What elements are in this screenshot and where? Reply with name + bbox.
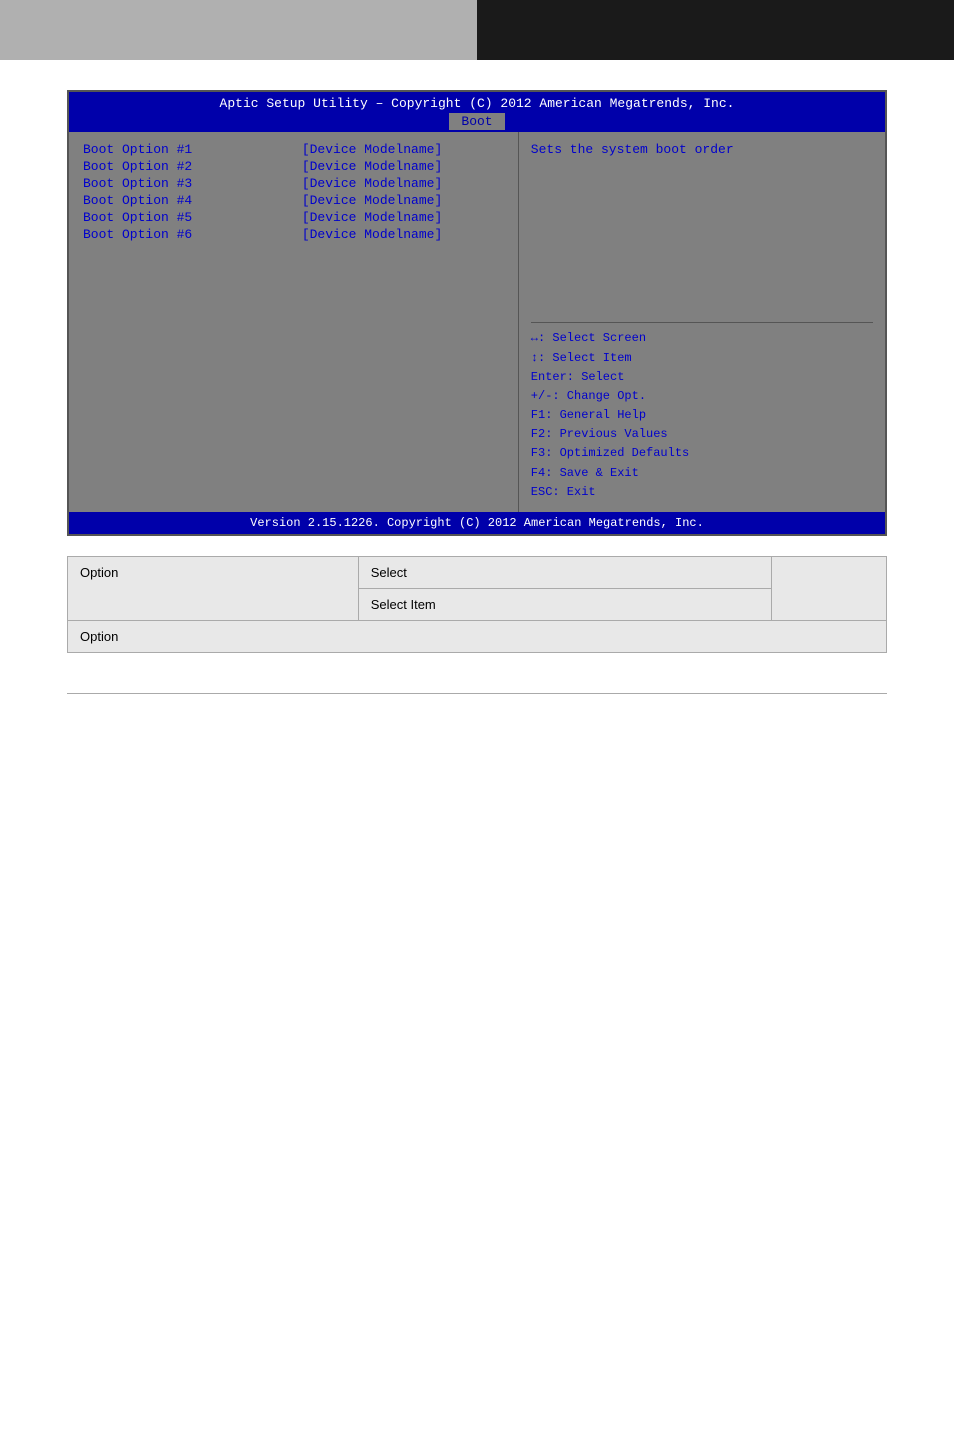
bios-right-panel: Sets the system boot order ↔: Select Scr… [518, 132, 885, 512]
key-f3: F3: Optimized Defaults [531, 444, 873, 463]
key-select-item: ↕: Select Item [531, 349, 873, 368]
bios-option-row-2[interactable]: Boot Option #2 [Device Modelname] [83, 159, 504, 174]
key-change-opt: +/-: Change Opt. [531, 387, 873, 406]
table-option-label-2: Option [80, 629, 118, 644]
key-f1: F1: General Help [531, 406, 873, 425]
bios-title: Aptic Setup Utility – Copyright (C) 2012… [220, 96, 735, 111]
boot-option-2-name: Boot Option #2 [83, 159, 285, 174]
bios-help-text: Sets the system boot order [531, 142, 873, 316]
bios-option-row-5[interactable]: Boot Option #5 [Device Modelname] [83, 210, 504, 225]
bios-key-legend: ↔: Select Screen ↕: Select Item Enter: S… [531, 329, 873, 502]
bios-titlebar: Aptic Setup Utility – Copyright (C) 2012… [69, 92, 885, 132]
bios-screen: Aptic Setup Utility – Copyright (C) 2012… [67, 90, 887, 536]
bios-active-tab[interactable]: Boot [449, 113, 504, 130]
boot-option-3-name: Boot Option #3 [83, 176, 285, 191]
bios-option-row-1[interactable]: Boot Option #1 [Device Modelname] [83, 142, 504, 157]
key-f4: F4: Save & Exit [531, 464, 873, 483]
table-select-label-1: Select [371, 565, 407, 580]
bios-version-text: Version 2.15.1226. Copyright (C) 2012 Am… [250, 516, 704, 530]
bios-left-panel: Boot Option #1 [Device Modelname] Boot O… [69, 132, 518, 512]
bios-bottombar: Version 2.15.1226. Copyright (C) 2012 Am… [69, 512, 885, 534]
bios-divider [531, 322, 873, 323]
bios-option-row-6[interactable]: Boot Option #6 [Device Modelname] [83, 227, 504, 242]
table-option-label-1: Option [80, 565, 118, 580]
table-cell-col2-row1: Select [358, 557, 771, 589]
table-cell-col1: Option [68, 557, 359, 621]
bios-main: Boot Option #1 [Device Modelname] Boot O… [69, 132, 885, 512]
boot-option-5-value: [Device Modelname] [302, 210, 504, 225]
header-left [0, 0, 477, 60]
page-wrapper: Aptic Setup Utility – Copyright (C) 2012… [0, 0, 954, 694]
top-header [0, 0, 954, 60]
table-row-bottom: Option [68, 621, 887, 653]
boot-option-1-value: [Device Modelname] [302, 142, 504, 157]
header-right [477, 0, 954, 60]
key-select-screen: ↔: Select Screen [531, 329, 873, 348]
table-row-top: Option Select [68, 557, 887, 589]
boot-option-4-value: [Device Modelname] [302, 193, 504, 208]
boot-option-6-value: [Device Modelname] [302, 227, 504, 242]
boot-option-3-value: [Device Modelname] [302, 176, 504, 191]
bios-option-row-4[interactable]: Boot Option #4 [Device Modelname] [83, 193, 504, 208]
boot-option-2-value: [Device Modelname] [302, 159, 504, 174]
key-enter: Enter: Select [531, 368, 873, 387]
table-cell-col3 [772, 557, 887, 621]
boot-option-1-name: Boot Option #1 [83, 142, 285, 157]
key-f2: F2: Previous Values [531, 425, 873, 444]
table-wide-cell: Option [68, 621, 887, 653]
table-cell-col2-row2: Select Item [358, 589, 771, 621]
table-select-item-label: Select Item [371, 597, 436, 612]
boot-option-6-name: Boot Option #6 [83, 227, 285, 242]
boot-option-4-name: Boot Option #4 [83, 193, 285, 208]
boot-option-5-name: Boot Option #5 [83, 210, 285, 225]
info-table: Option Select Select Item Option [67, 556, 887, 653]
bios-option-row-3[interactable]: Boot Option #3 [Device Modelname] [83, 176, 504, 191]
key-esc: ESC: Exit [531, 483, 873, 502]
bottom-divider [67, 693, 887, 694]
